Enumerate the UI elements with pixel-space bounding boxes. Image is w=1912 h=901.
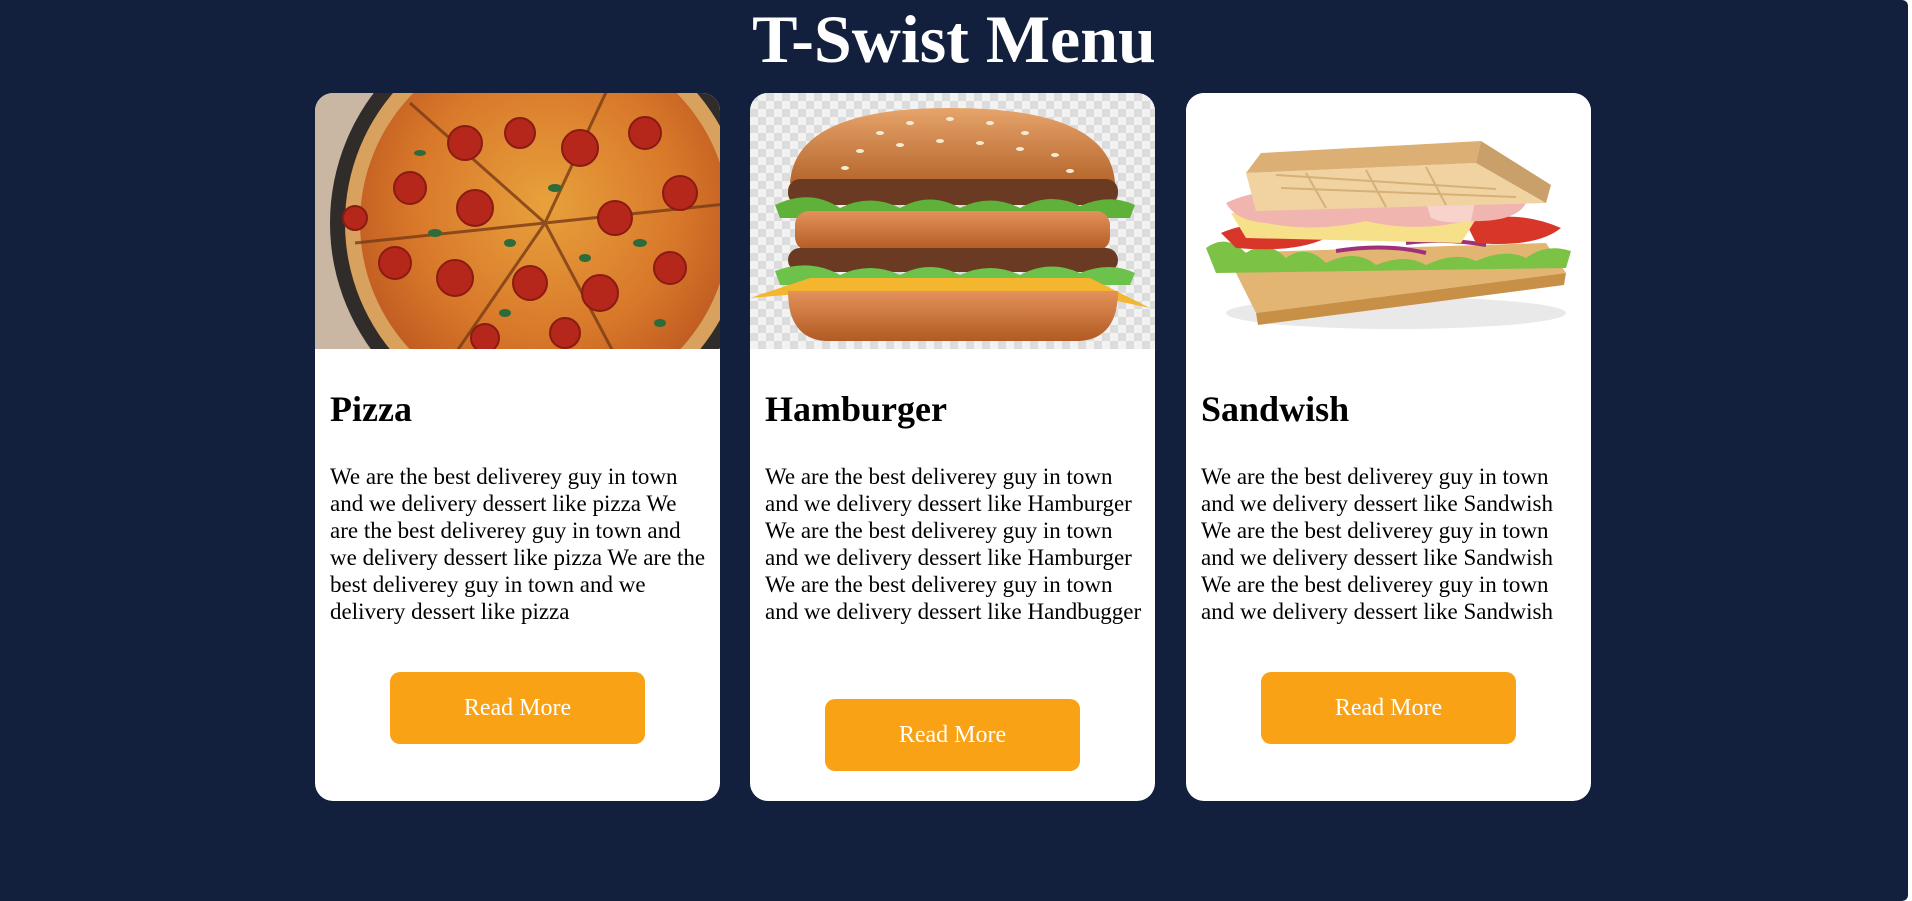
- read-more-button[interactable]: Read More: [825, 699, 1080, 771]
- menu-card-hamburger: Hamburger We are the best deliverey guy …: [750, 93, 1155, 801]
- card-description: We are the best deliverey guy in town an…: [330, 464, 706, 624]
- pizza-image: [315, 93, 720, 349]
- menu-card-pizza: Pizza We are the best deliverey guy in t…: [315, 93, 720, 801]
- read-more-button[interactable]: Read More: [1261, 672, 1516, 744]
- card-title: Pizza: [330, 389, 412, 429]
- menu-card-sandwish: Sandwish We are the best deliverey guy i…: [1186, 93, 1591, 801]
- card-description: We are the best deliverey guy in town an…: [1201, 464, 1553, 624]
- page-title: T-Swist Menu: [752, 1, 1156, 77]
- sandwich-image: [1186, 93, 1591, 349]
- read-more-button[interactable]: Read More: [390, 672, 645, 744]
- card-title: Sandwish: [1201, 389, 1350, 429]
- page-background: T-Swist Menu Pizza We are the best deliv…: [0, 0, 1908, 901]
- card-description: We are the best deliverey guy in town an…: [765, 464, 1142, 624]
- card-title: Hamburger: [765, 389, 947, 429]
- hamburger-image: [750, 93, 1155, 349]
